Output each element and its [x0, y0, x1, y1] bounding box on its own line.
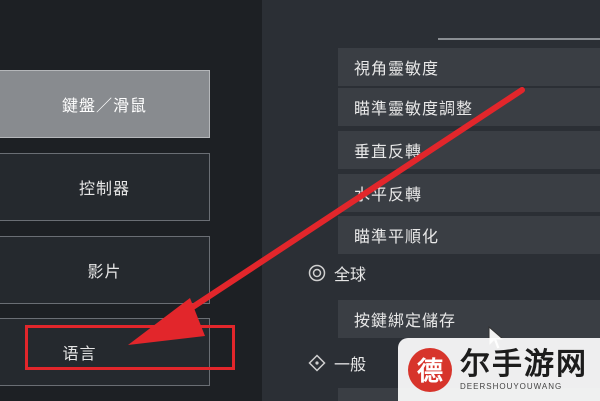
watermark-logo: 德 — [408, 347, 452, 392]
watermark-subtitle: DEERSHOUYOUWANG — [460, 382, 563, 391]
watermark-title: 尔手游网 — [460, 347, 588, 382]
watermark: 德 尔手游网 DEERSHOUYOUWANG — [398, 338, 600, 401]
watermark-logo-char: 德 — [416, 357, 443, 387]
